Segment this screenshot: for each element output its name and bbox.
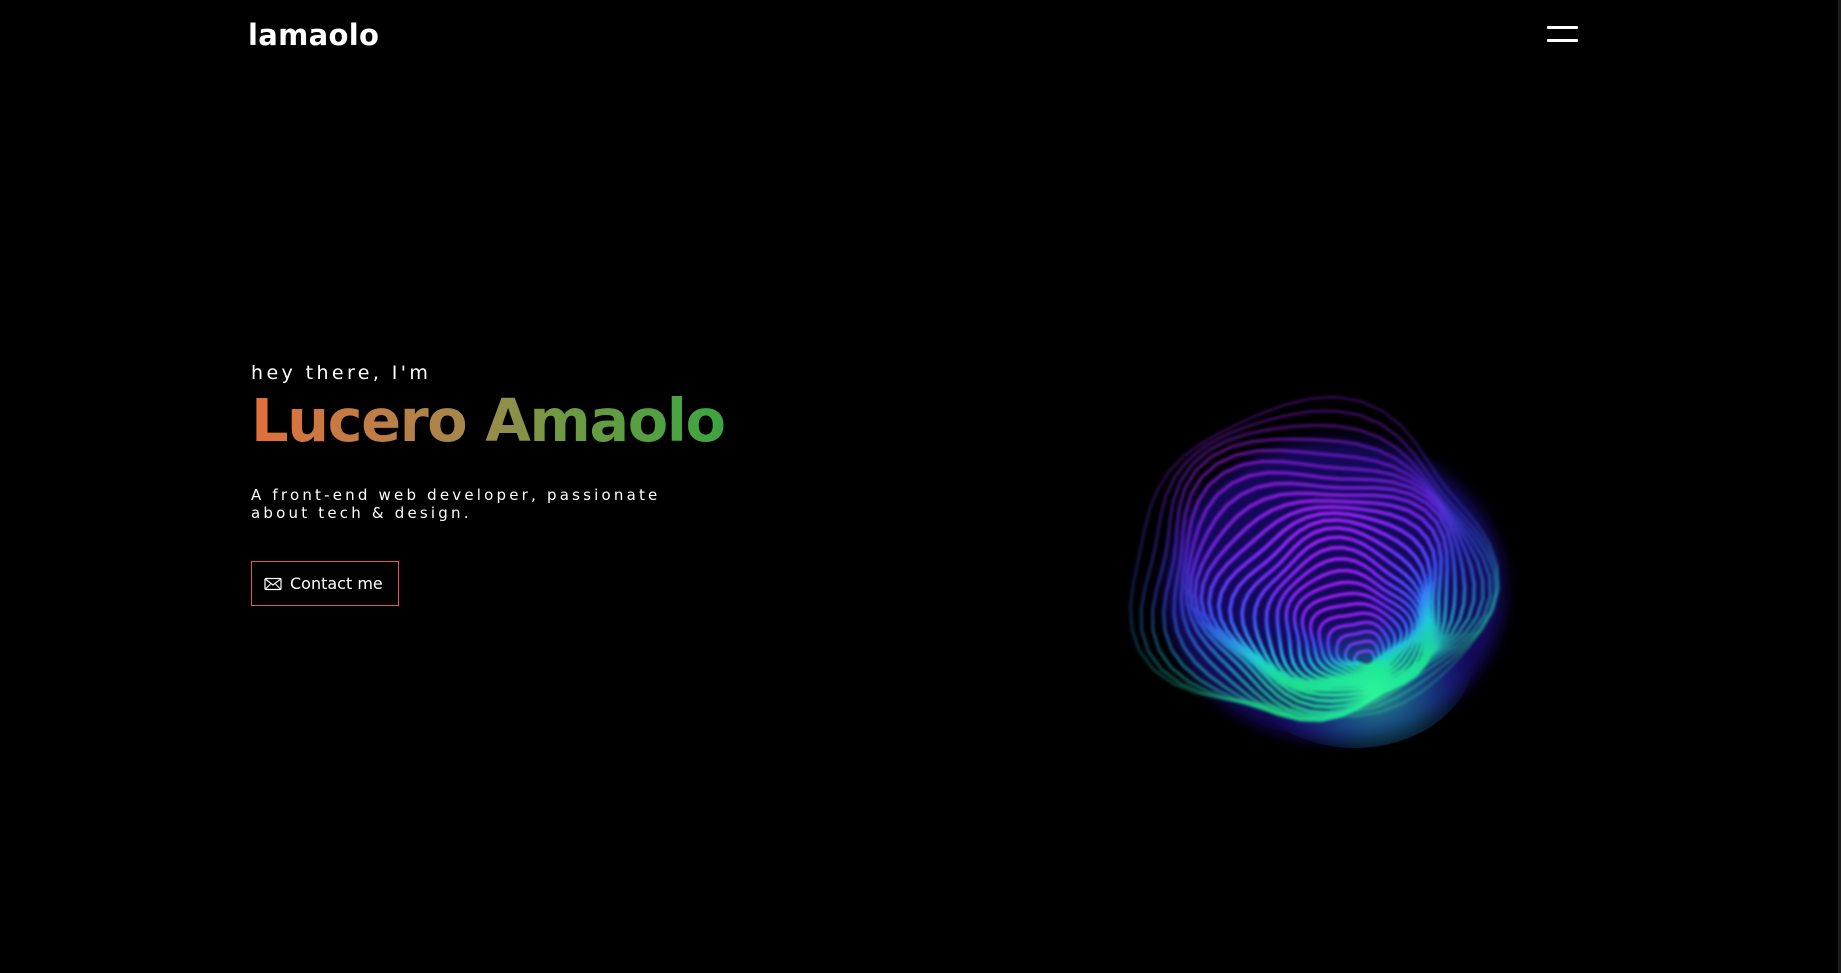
hero-greeting: hey there, I'm (251, 362, 432, 384)
contact-me-button[interactable]: Contact me (251, 561, 399, 606)
contact-me-label: Contact me (290, 574, 383, 593)
site-logo[interactable]: lamaolo (248, 18, 379, 52)
hamburger-menu-icon (1547, 26, 1578, 29)
page: lamaolo hey there, I'm Lucero Amaolo A f… (0, 0, 1841, 973)
mail-icon (264, 577, 282, 590)
hero-tagline: A front-end web developer, passionate ab… (251, 486, 661, 522)
hamburger-menu-button[interactable] (1545, 22, 1581, 48)
hero-name: Lucero Amaolo (251, 387, 771, 455)
hamburger-menu-icon-bar (1547, 39, 1578, 42)
iridescent-contour-blob (1128, 395, 1505, 748)
hero-section: hey there, I'm Lucero Amaolo A front-end… (251, 360, 771, 522)
